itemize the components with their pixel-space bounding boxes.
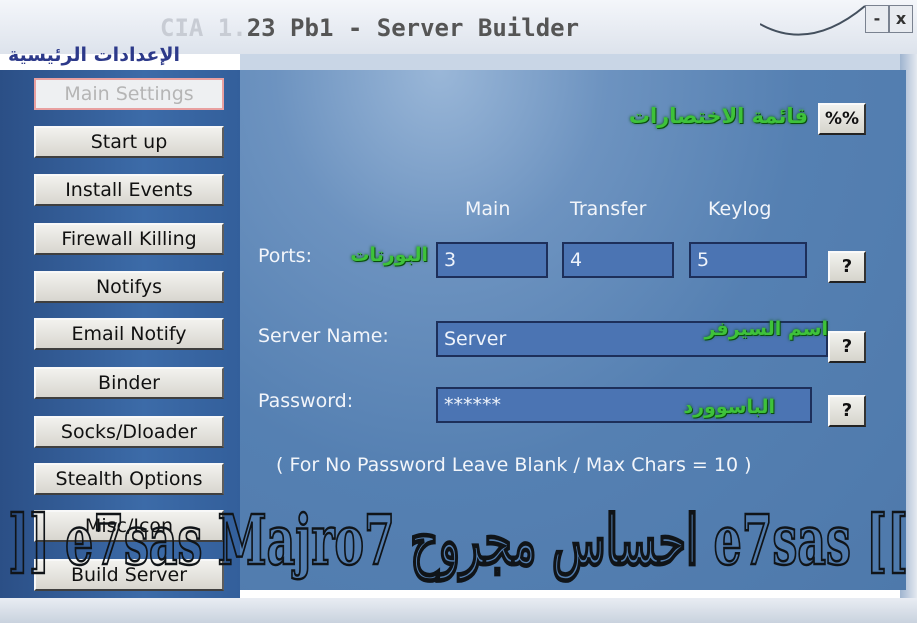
shortcuts-button[interactable]: %% bbox=[818, 103, 866, 135]
sidebar-item-firewall-killing[interactable]: Firewall Killing bbox=[34, 223, 224, 255]
server-name-help-button[interactable]: ? bbox=[828, 331, 866, 363]
ports-label: Ports: bbox=[258, 245, 312, 267]
sidebar-item-build-server[interactable]: Build Server bbox=[34, 559, 224, 591]
builder-window: CIA 1.23 Pb1 - Server Builder - x الإعدا… bbox=[0, 0, 917, 623]
transfer-port-input[interactable]: 4 bbox=[562, 242, 674, 278]
sidebar-item-email-notify[interactable]: Email Notify bbox=[34, 318, 224, 350]
shortcuts-arabic-label: قائمة الاختصارات bbox=[628, 104, 808, 128]
sidebar-item-socks-dloader[interactable]: Socks/Dloader bbox=[34, 416, 224, 448]
password-note: ( For No Password Leave Blank / Max Char… bbox=[276, 454, 752, 476]
sidebar-item-stealth-options[interactable]: Stealth Options bbox=[34, 463, 224, 495]
window-title-main: 23 Pb1 - Server Builder bbox=[246, 14, 580, 42]
ports-header-transfer: Transfer bbox=[570, 198, 647, 220]
ports-arabic-label: البورتات bbox=[350, 244, 428, 266]
close-button[interactable]: x bbox=[889, 5, 913, 33]
password-arabic-label: الباسوورد bbox=[683, 396, 775, 418]
title-decoration-icon bbox=[760, 5, 866, 36]
password-help-button[interactable]: ? bbox=[828, 395, 866, 427]
sidebar-item-notifys[interactable]: Notifys bbox=[34, 271, 224, 303]
server-name-arabic-label: اسم السيرفر bbox=[704, 318, 828, 340]
sidebar-item-misc-icon[interactable]: Misc/Icon bbox=[34, 510, 224, 542]
window-title: CIA 1.23 Pb1 - Server Builder bbox=[160, 14, 579, 42]
main-port-input[interactable]: 3 bbox=[436, 242, 548, 278]
sidebar-item-install-events[interactable]: Install Events bbox=[34, 174, 224, 206]
password-label: Password: bbox=[258, 390, 354, 412]
minimize-button[interactable]: - bbox=[865, 5, 889, 33]
arabic-main-settings-title: الإعدادات الرئيسية bbox=[8, 44, 181, 66]
ports-header-main: Main bbox=[465, 198, 511, 220]
bottom-status-bar bbox=[0, 598, 917, 623]
keylog-port-input[interactable]: 5 bbox=[689, 242, 807, 278]
server-name-label: Server Name: bbox=[258, 325, 389, 347]
sidebar-item-start-up[interactable]: Start up bbox=[34, 126, 224, 158]
ports-header-keylog: Keylog bbox=[708, 198, 772, 220]
sidebar-item-main-settings[interactable]: Main Settings bbox=[34, 78, 224, 110]
window-title-prefix: CIA 1. bbox=[160, 14, 247, 42]
ports-help-button[interactable]: ? bbox=[828, 251, 866, 283]
sidebar-item-binder[interactable]: Binder bbox=[34, 367, 224, 399]
